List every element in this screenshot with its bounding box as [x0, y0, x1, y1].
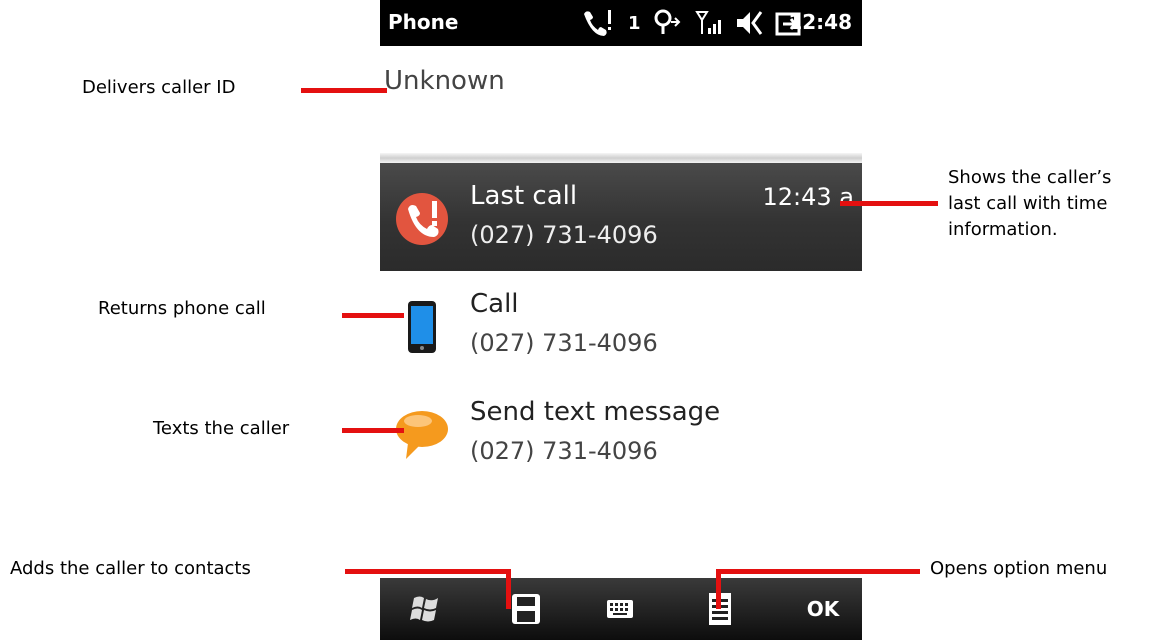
phone-screen: Phone 1 12:48 Unknown Last call 12:43 a … — [380, 0, 862, 640]
keyboard-icon — [607, 600, 633, 618]
phone-icon — [408, 301, 436, 353]
call-number: (027) 731-4096 — [470, 329, 658, 357]
call-item[interactable]: Call (027) 731-4096 — [380, 271, 862, 379]
missed-call-icon — [584, 10, 611, 37]
softkey-bar: OK — [380, 578, 862, 640]
start-icon — [410, 596, 438, 622]
caller-id: Unknown — [384, 66, 505, 96]
status-bar: Phone 1 12:48 — [380, 0, 862, 46]
line-indicator: 1 — [628, 12, 641, 34]
header-divider — [380, 153, 862, 163]
annotation-text: Texts the caller — [153, 418, 290, 439]
annotation-line-menu-v — [716, 569, 721, 609]
last-call-title: Last call — [470, 181, 578, 211]
send-text-title: Send text message — [470, 397, 721, 427]
annotation-menu: Opens option menu — [930, 558, 1108, 579]
keyboard-button[interactable] — [592, 578, 648, 640]
speech-bubble-icon — [396, 411, 448, 459]
send-text-number: (027) 731-4096 — [470, 437, 658, 465]
annotation-line-text — [342, 428, 404, 433]
start-button[interactable] — [398, 578, 454, 640]
annotation-line-call — [342, 313, 404, 318]
annotation-caller-id: Delivers caller ID — [82, 77, 236, 98]
signal-icon — [694, 11, 721, 34]
app-title: Phone — [388, 10, 459, 34]
annotation-line-contacts-h — [345, 569, 510, 574]
annotation-line-menu-h — [716, 569, 920, 574]
annotation-last-call-line2: last call with time — [948, 193, 1108, 214]
status-icons: 1 — [580, 6, 803, 40]
last-call-time: 12:43 a — [762, 183, 855, 211]
ok-button[interactable]: OK — [798, 578, 848, 640]
annotation-last-call-line1: Shows the caller’s — [948, 167, 1112, 188]
save-icon — [512, 594, 540, 624]
last-call-number: (027) 731-4096 — [470, 221, 658, 249]
status-clock: 12:48 — [788, 10, 852, 34]
send-text-item[interactable]: Send text message (027) 731-4096 — [380, 379, 862, 487]
annotation-last-call-line3: information. — [948, 219, 1058, 240]
call-title: Call — [470, 289, 519, 319]
annotation-contacts: Adds the caller to contacts — [10, 558, 251, 579]
roaming-icon — [654, 9, 680, 34]
annotation-line-contacts-v — [506, 569, 511, 609]
annotation-line-caller-id — [301, 88, 387, 93]
annotation-call: Returns phone call — [98, 298, 266, 319]
annotation-line-last-call — [840, 201, 938, 206]
speaker-muted-icon — [736, 11, 762, 35]
missed-call-icon — [396, 193, 448, 245]
last-call-item[interactable]: Last call 12:43 a (027) 731-4096 — [380, 163, 862, 271]
